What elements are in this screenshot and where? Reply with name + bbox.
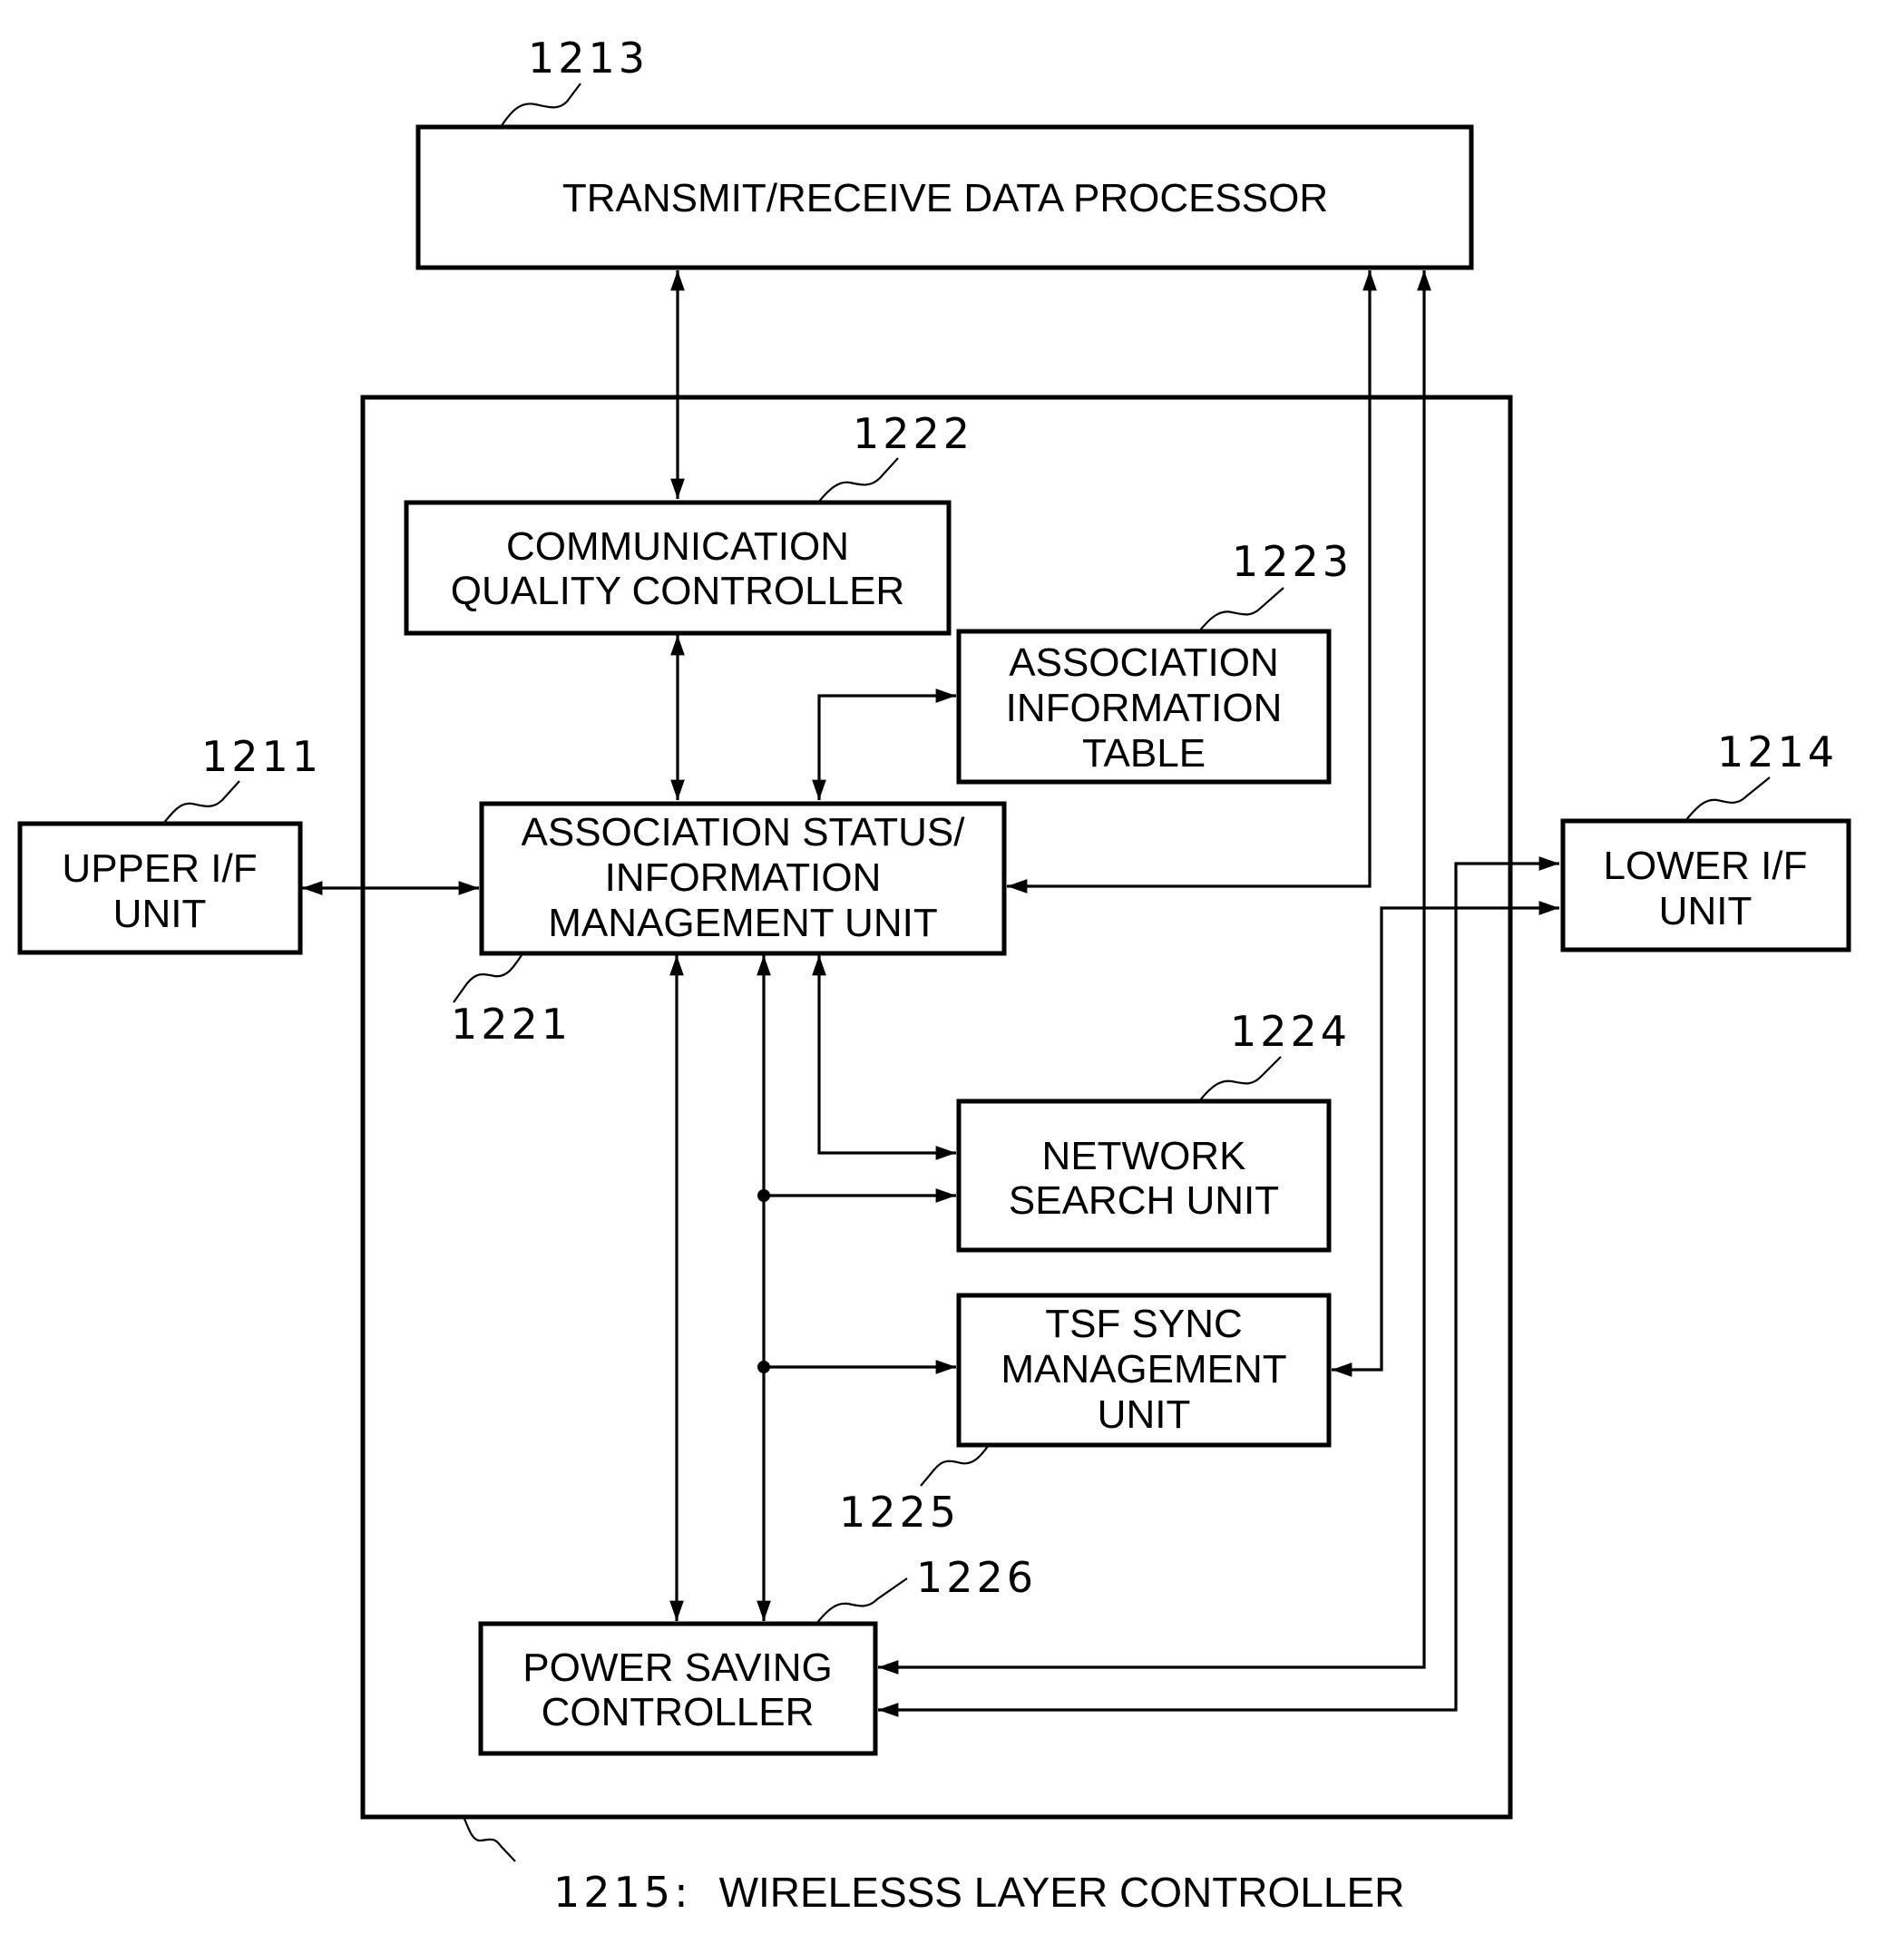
- block-label-line-1: ASSOCIATION STATUS/: [522, 810, 966, 854]
- block-label-line-1: ASSOCIATION: [1009, 640, 1278, 685]
- block-upper-if-unit[interactable]: UPPER I/F UNIT: [17, 821, 303, 955]
- ref-leader-1214: [1684, 776, 1771, 822]
- block-label-line-1: UPPER I/F: [62, 846, 257, 891]
- wire-lowerif-tsfsync: [1332, 901, 1559, 1377]
- block-transmit-receive-data-processor[interactable]: TRANSMIT/RECEIVE DATA PROCESSOR: [415, 124, 1474, 270]
- ref-leader-1224: [1198, 1056, 1282, 1102]
- block-power-saving-controller[interactable]: POWER SAVING CONTROLLER: [478, 1621, 878, 1756]
- block-network-search-unit[interactable]: NETWORK SEARCH UNIT: [956, 1099, 1332, 1253]
- block-label-line-3: TABLE: [1082, 731, 1206, 776]
- block-label-line-1: COMMUNICATION: [506, 524, 849, 569]
- ref-leader-1215: [463, 1818, 516, 1862]
- block-association-status-management-unit[interactable]: ASSOCIATION STATUS/ INFORMATION MANAGEME…: [479, 801, 1007, 956]
- block-label-line-2: INFORMATION: [1006, 686, 1283, 730]
- block-label-line-2: INFORMATION: [605, 855, 882, 900]
- junction-dot: [757, 1189, 770, 1202]
- wire-txrx-powersaving: [878, 270, 1431, 1675]
- ref-leader-1211: [162, 780, 240, 825]
- wire-assocmgmt-assoctable: [812, 688, 956, 800]
- block-label-line-2: QUALITY CONTROLLER: [451, 569, 904, 613]
- ref-1224: 1224: [1230, 1007, 1351, 1056]
- ref-1214: 1214: [1717, 727, 1838, 776]
- ref-1222: 1222: [853, 409, 973, 458]
- ref-1226: 1226: [916, 1553, 1037, 1602]
- ref-1223: 1223: [1232, 537, 1352, 586]
- ref-1215: 1215:: [553, 1868, 692, 1917]
- ref-1211: 1211: [201, 732, 322, 781]
- ref-leader-1226: [815, 1577, 908, 1625]
- wire-assocmgmt-networksearch: [812, 955, 956, 1160]
- block-diagram: TRANSMIT/RECEIVE DATA PROCESSOR 1213 UPP…: [17, 34, 1851, 1917]
- ref-1225: 1225: [839, 1488, 960, 1537]
- ref-leader-1225: [920, 1444, 990, 1487]
- block-lower-if-unit[interactable]: LOWER I/F UNIT: [1560, 818, 1851, 952]
- block-label-line-3: UNIT: [1098, 1392, 1191, 1437]
- block-label-line-2: SEARCH UNIT: [1009, 1178, 1279, 1223]
- block-label-line-2: UNIT: [1659, 889, 1753, 933]
- block-communication-quality-controller[interactable]: COMMUNICATION QUALITY CONTROLLER: [404, 500, 952, 636]
- block-label-line-1: TSF SYNC: [1045, 1302, 1243, 1346]
- block-label-line-3: MANAGEMENT UNIT: [548, 901, 937, 945]
- ref-leader-1223: [1198, 587, 1284, 632]
- block-label-line-2: UNIT: [113, 892, 207, 936]
- junction-dot: [757, 1361, 770, 1373]
- block-label: TRANSMIT/RECEIVE DATA PROCESSOR: [562, 176, 1328, 220]
- ref-leader-1213: [500, 83, 581, 128]
- container-caption: 1215: WIRELESSS LAYER CONTROLLER: [553, 1868, 1404, 1917]
- container-name: WIRELESSS LAYER CONTROLLER: [719, 1869, 1405, 1916]
- ref-leader-1221: [453, 954, 522, 1003]
- block-label-line-1: NETWORK: [1042, 1134, 1246, 1178]
- ref-1221: 1221: [451, 1000, 571, 1049]
- block-label-line-1: LOWER I/F: [1604, 844, 1808, 888]
- block-label-line-1: POWER SAVING: [522, 1645, 832, 1690]
- ref-1213: 1213: [528, 34, 649, 83]
- block-label-line-2: CONTROLLER: [542, 1690, 815, 1734]
- ref-leader-1222: [817, 457, 899, 503]
- block-label-line-2: MANAGEMENT: [1001, 1347, 1286, 1392]
- block-association-information-table[interactable]: ASSOCIATION INFORMATION TABLE: [956, 629, 1332, 785]
- block-tsf-sync-management-unit[interactable]: TSF SYNC MANAGEMENT UNIT: [956, 1293, 1332, 1448]
